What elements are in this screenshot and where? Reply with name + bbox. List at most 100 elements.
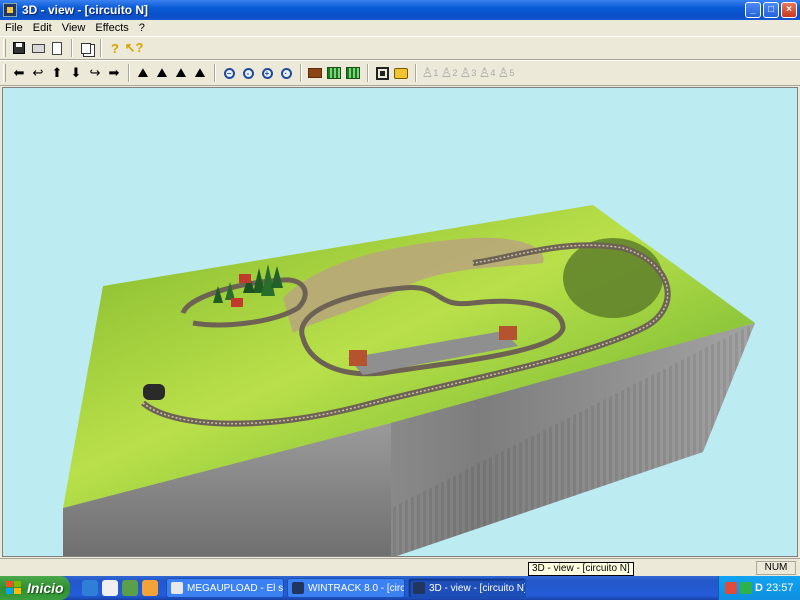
save-icon — [13, 42, 25, 54]
camera-person-icon: ♙ — [478, 65, 491, 80]
camera-person-icon: ♙ — [497, 65, 510, 80]
toolbar-separator — [71, 39, 73, 57]
arrow-down-icon: ⬇ — [70, 65, 82, 80]
zoom-in-icon: + — [261, 67, 273, 79]
move-forward-button[interactable]: ↪ — [86, 64, 104, 82]
house — [239, 274, 251, 283]
camera-1-button[interactable]: ♙ 1 — [421, 64, 439, 82]
toolbar-grip[interactable] — [3, 39, 6, 57]
camera-2-button[interactable]: ♙ 2 — [440, 64, 458, 82]
title-bar[interactable]: 3D - view - [circuito N] _ □ × — [0, 0, 800, 20]
view-2-button[interactable]: ⛰ — [153, 64, 171, 82]
camera-4-label: 4 — [490, 68, 496, 78]
train-icon — [308, 68, 322, 78]
zoom-out-icon: − — [223, 67, 235, 79]
antivirus-icon[interactable] — [725, 582, 737, 594]
camera-person-icon: ♙ — [440, 65, 453, 80]
view-3-button[interactable]: ⛰ — [172, 64, 190, 82]
move-down-button[interactable]: ⬇ — [67, 64, 85, 82]
menu-bar: File Edit View Effects ? — [0, 20, 800, 36]
task-wintrack[interactable]: WINTRACK 8.0 - [circ... — [287, 578, 405, 598]
toolbar-separator — [415, 64, 417, 82]
standard-toolbar: ? ↖? — [0, 36, 800, 60]
context-help-button[interactable]: ↖? — [124, 39, 144, 57]
save-button[interactable] — [10, 39, 28, 57]
landscape-button[interactable] — [325, 64, 343, 82]
window-title: 3D - view - [circuito N] — [22, 3, 149, 17]
print-icon — [31, 43, 45, 53]
menu-file[interactable]: File — [0, 22, 28, 34]
camera-icon — [394, 67, 408, 79]
zoom-minus-button[interactable]: - — [239, 64, 257, 82]
app-window: 3D - view - [circuito N] _ □ × File Edit… — [0, 0, 800, 600]
help-button[interactable]: ? — [106, 39, 124, 57]
3d-viewport[interactable] — [2, 87, 798, 557]
start-button[interactable]: Inicio — [0, 576, 70, 600]
camera-person-icon: ♙ — [459, 65, 472, 80]
task-3d-view[interactable]: 3D - view - [circuito N] — [408, 578, 526, 598]
ie-icon[interactable] — [82, 580, 98, 596]
clock[interactable]: 23:57 — [766, 582, 794, 594]
hill — [563, 238, 663, 318]
messenger-icon[interactable] — [122, 580, 138, 596]
camera-1-label: 1 — [433, 68, 439, 78]
frame-button[interactable] — [373, 64, 391, 82]
zoom-out-button[interactable]: − — [220, 64, 238, 82]
wintrack-icon — [413, 582, 425, 594]
menu-help[interactable]: ? — [134, 22, 150, 34]
toolbar-separator — [128, 64, 130, 82]
windows-logo-icon — [6, 581, 22, 595]
minimize-button[interactable]: _ — [745, 2, 761, 18]
train-button[interactable] — [306, 64, 324, 82]
arrow-left-icon: ⬅ — [13, 65, 25, 80]
camera-button[interactable] — [392, 64, 410, 82]
toolbar-separator — [300, 64, 302, 82]
camera-4-button[interactable]: ♙ 4 — [478, 64, 496, 82]
task-label: WINTRACK 8.0 - [circ... — [308, 582, 405, 594]
network-icon[interactable] — [740, 582, 752, 594]
app-icon — [3, 3, 17, 17]
move-right-button[interactable]: ➡ — [105, 64, 123, 82]
maximize-button[interactable]: □ — [763, 2, 779, 18]
station-building — [349, 350, 367, 366]
status-bar: NUM — [0, 558, 800, 576]
camera-3-button[interactable]: ♙ 3 — [459, 64, 477, 82]
toolbar-separator — [367, 64, 369, 82]
zoom-fit-icon: · — [280, 67, 292, 79]
camera-5-button[interactable]: ♙ 5 — [497, 64, 515, 82]
move-back-button[interactable]: ↩ — [29, 64, 47, 82]
view-4-icon: ⛰ — [194, 65, 206, 80]
menu-edit[interactable]: Edit — [28, 22, 57, 34]
move-up-button[interactable]: ⬆ — [48, 64, 66, 82]
grid-button[interactable] — [344, 64, 362, 82]
app-quick-icon[interactable] — [142, 580, 158, 596]
camera-2-label: 2 — [452, 68, 458, 78]
copy-button[interactable] — [77, 39, 95, 57]
station-building-2 — [499, 326, 517, 340]
frame-icon — [375, 66, 389, 80]
close-button[interactable]: × — [781, 2, 797, 18]
arrow-forward-icon: ↪ — [89, 65, 101, 80]
task-label: MEGAUPLOAD - El ser... — [187, 582, 284, 594]
toolbar-grip[interactable] — [3, 64, 6, 82]
grid-icon — [346, 67, 360, 79]
menu-view[interactable]: View — [57, 22, 91, 34]
media-icon[interactable] — [102, 580, 118, 596]
context-help-icon: ↖? — [124, 40, 144, 55]
camera-3-label: 3 — [471, 68, 477, 78]
move-left-button[interactable]: ⬅ — [10, 64, 28, 82]
task-megaupload[interactable]: MEGAUPLOAD - El ser... — [166, 578, 284, 598]
print-button[interactable] — [29, 39, 47, 57]
camera-person-icon: ♙ — [421, 65, 434, 80]
tray-letter[interactable]: D — [755, 582, 763, 594]
help-icon: ? — [111, 40, 119, 56]
view-4-button[interactable]: ⛰ — [191, 64, 209, 82]
zoom-in-button[interactable]: + — [258, 64, 276, 82]
view-1-button[interactable]: ⛰ — [134, 64, 152, 82]
view-toolbar: ⬅ ↩ ⬆ ⬇ ↪ ➡ ⛰ ⛰ ⛰ ⛰ − - + · ♙ 1 ♙ 2 ♙ 3 ♙ 4 … — [0, 60, 800, 86]
arrow-back-icon: ↩ — [32, 65, 44, 80]
house — [231, 298, 243, 307]
zoom-fit-button[interactable]: · — [277, 64, 295, 82]
print-preview-button[interactable] — [48, 39, 66, 57]
menu-effects[interactable]: Effects — [90, 22, 133, 34]
